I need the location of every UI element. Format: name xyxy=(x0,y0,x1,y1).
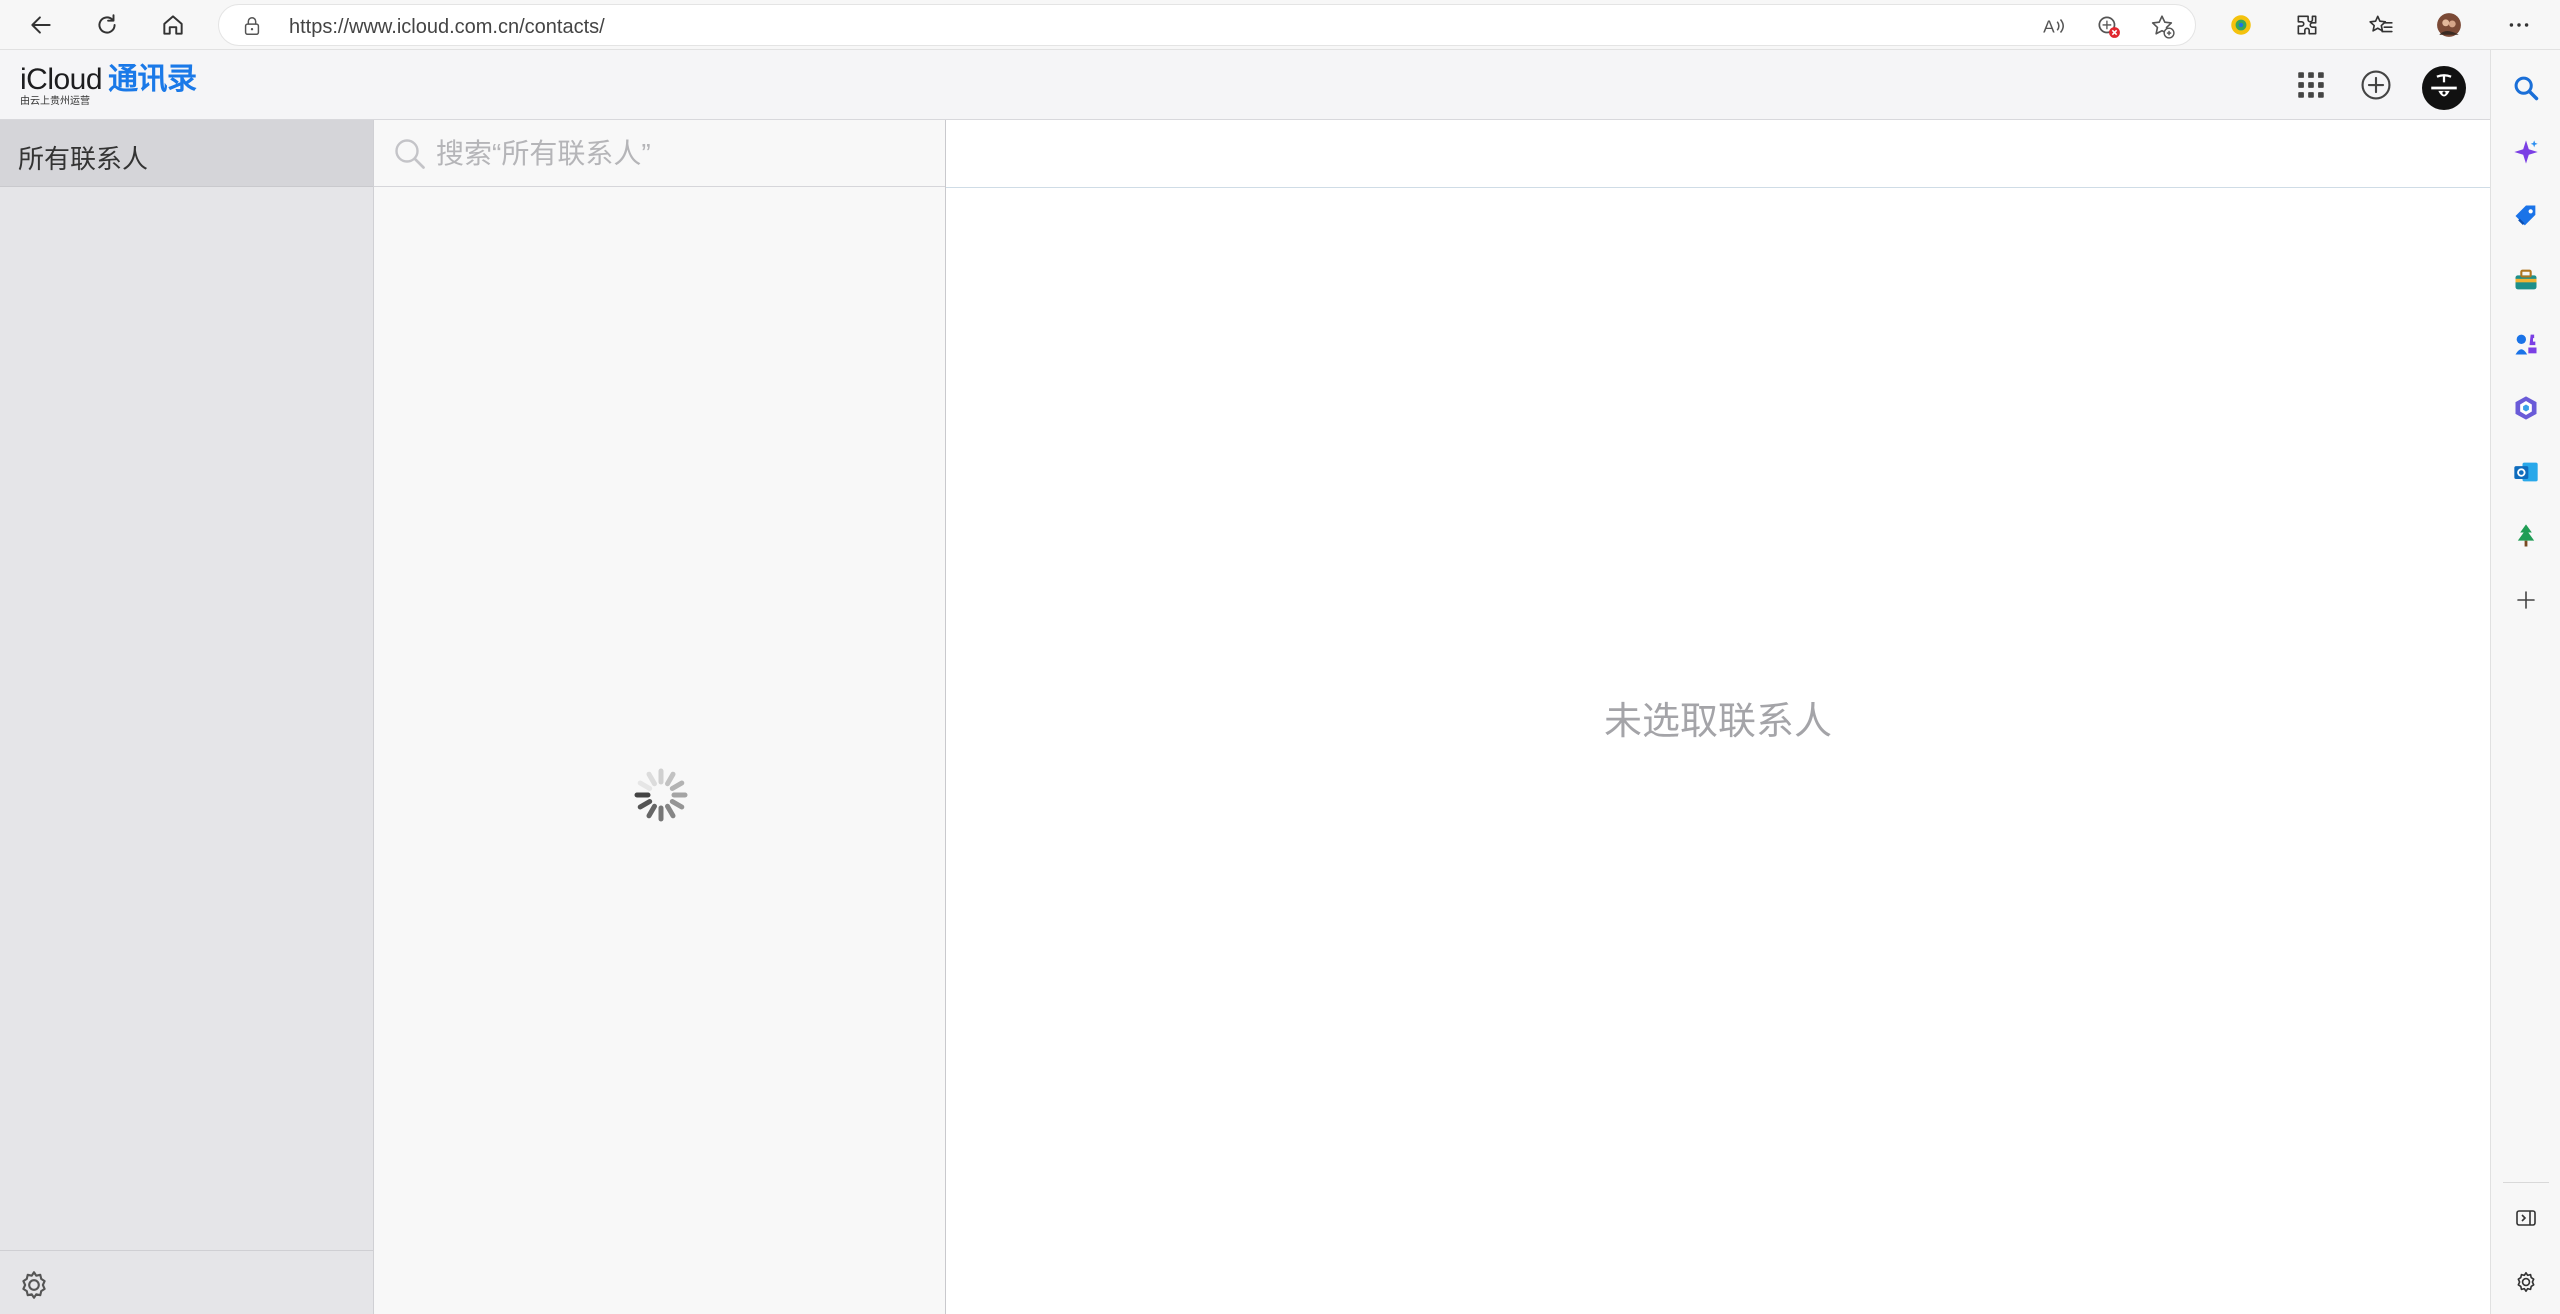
logo-app-name: 通讯录 xyxy=(108,63,197,96)
games-icon xyxy=(2515,334,2537,355)
search-icon xyxy=(2514,76,2539,101)
edge-add-button[interactable] xyxy=(2510,584,2542,616)
edge-copilot-button[interactable] xyxy=(2510,136,2542,168)
edge-outlook-button[interactable] xyxy=(2510,456,2542,488)
account-avatar-icon xyxy=(2431,74,2457,97)
outlook-icon xyxy=(2514,462,2538,482)
edge-settings-button[interactable] xyxy=(2510,1266,2542,1298)
edge-shopping-button[interactable] xyxy=(2510,200,2542,232)
groups-sidebar: 所有联系人 xyxy=(0,120,374,1314)
tree-icon xyxy=(2517,524,2535,547)
read-aloud-icon[interactable]: A xyxy=(2041,13,2067,39)
edge-sidebar xyxy=(2490,50,2560,1314)
edge-tree-button[interactable] xyxy=(2510,520,2542,552)
url-text[interactable]: https://www.icloud.com.cn/contacts/ xyxy=(289,16,605,39)
hide-sidebar-icon xyxy=(2516,1210,2536,1226)
app-header: iCloud 通讯录 由云上贵州运营 xyxy=(0,50,2490,120)
svg-text:A: A xyxy=(2043,17,2055,37)
lock-icon[interactable] xyxy=(241,15,263,37)
back-icon xyxy=(31,16,51,34)
add-icon xyxy=(2361,70,2391,100)
microsoft365-icon xyxy=(2515,396,2537,420)
edge-tools-button[interactable] xyxy=(2510,264,2542,296)
sidebar-item-label: 所有联系人 xyxy=(18,144,149,174)
add-button[interactable] xyxy=(2356,65,2396,105)
edge-divider xyxy=(2503,1182,2549,1183)
back-button[interactable] xyxy=(22,6,60,44)
home-icon xyxy=(163,15,183,35)
sidebar-footer xyxy=(0,1250,373,1314)
refresh-button[interactable] xyxy=(88,6,126,44)
profile-icon xyxy=(2437,13,2461,37)
extensions-button[interactable] xyxy=(2288,6,2326,44)
more-button[interactable] xyxy=(2500,6,2538,44)
app-grid-icon xyxy=(2298,72,2324,98)
address-bar[interactable]: https://www.icloud.com.cn/contacts/ A xyxy=(218,4,2196,46)
edge-games-button[interactable] xyxy=(2510,328,2542,360)
extensions-icon xyxy=(2297,15,2317,35)
add-favorite-icon[interactable] xyxy=(2149,13,2175,39)
edge-search-button[interactable] xyxy=(2510,72,2542,104)
edge-microsoft365-button[interactable] xyxy=(2510,392,2542,424)
sidebar-item-all-contacts[interactable]: 所有联系人 xyxy=(0,120,373,187)
favorites-icon xyxy=(2369,15,2393,33)
extension-button[interactable] xyxy=(2222,6,2260,44)
search-bar xyxy=(374,120,945,187)
refresh-icon xyxy=(98,14,116,34)
settings-icon[interactable] xyxy=(16,1267,52,1303)
home-button[interactable] xyxy=(154,6,192,44)
app-logo[interactable]: iCloud 通讯录 由云上贵州运营 xyxy=(20,64,197,108)
logo-subtitle: 由云上贵州运营 xyxy=(20,96,90,107)
app-grid-button[interactable] xyxy=(2291,65,2331,105)
favorites-button[interactable] xyxy=(2362,6,2400,44)
settings-icon xyxy=(2517,1271,2535,1293)
extension-icon xyxy=(2231,15,2251,35)
search-icon xyxy=(395,139,425,169)
copilot-icon xyxy=(2514,140,2538,164)
add-icon xyxy=(2517,591,2535,609)
browser-toolbar: https://www.icloud.com.cn/contacts/ A xyxy=(0,0,2560,50)
account-avatar[interactable] xyxy=(2422,66,2466,110)
tools-icon xyxy=(2515,269,2537,290)
edge-hide-sidebar-button[interactable] xyxy=(2510,1202,2542,1234)
detail-header xyxy=(946,120,2490,188)
tracking-prevention-icon[interactable] xyxy=(2095,13,2121,39)
empty-state-message: 未选取联系人 xyxy=(1603,701,1832,743)
contact-detail: 未选取联系人 xyxy=(946,120,2490,1314)
contact-list xyxy=(374,120,946,1314)
shopping-icon xyxy=(2515,205,2536,226)
search-input[interactable] xyxy=(434,132,924,176)
loading-spinner-icon xyxy=(634,768,688,822)
more-icon xyxy=(2509,23,2529,27)
logo-brand: iCloud xyxy=(20,63,103,96)
profile-button[interactable] xyxy=(2430,6,2468,44)
